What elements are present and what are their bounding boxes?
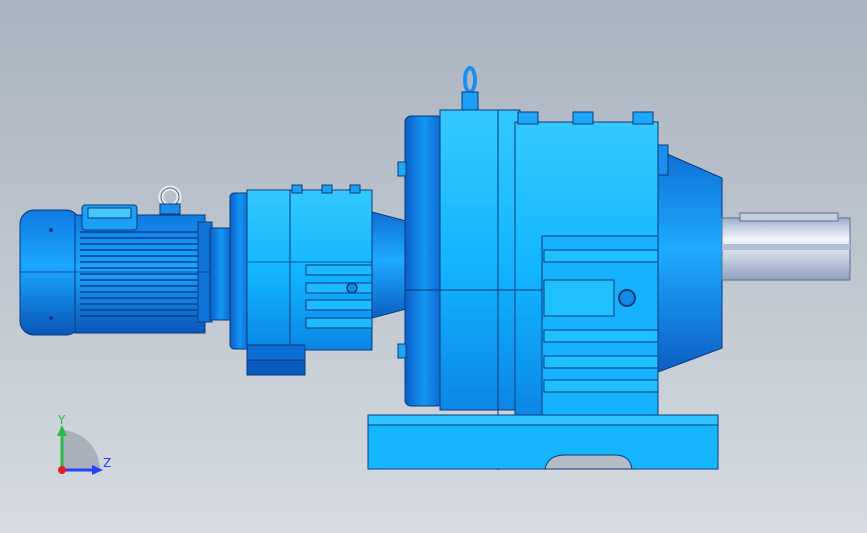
x-axis-dot <box>58 466 66 474</box>
intermediate-gear-unit[interactable] <box>209 184 373 376</box>
main-housing-front <box>439 109 521 411</box>
motor-cooling-fins <box>80 231 205 317</box>
motor[interactable] <box>19 185 213 336</box>
adapter-cone <box>371 211 411 319</box>
main-flange <box>404 115 444 407</box>
triad-y-label: Y <box>58 413 66 427</box>
output-cone <box>657 149 723 373</box>
coordinate-triad[interactable] <box>57 425 103 475</box>
motor-terminal-lid <box>87 207 132 219</box>
intermediate-plug-icon <box>346 282 358 294</box>
main-oil-plug-icon <box>618 289 636 307</box>
triad-z-label: Z <box>103 456 112 470</box>
cad-viewport[interactable]: Y Z <box>0 0 867 533</box>
output-shaft <box>721 212 851 281</box>
main-lifting-eye <box>463 66 477 94</box>
gearmotor-model[interactable] <box>0 0 867 533</box>
